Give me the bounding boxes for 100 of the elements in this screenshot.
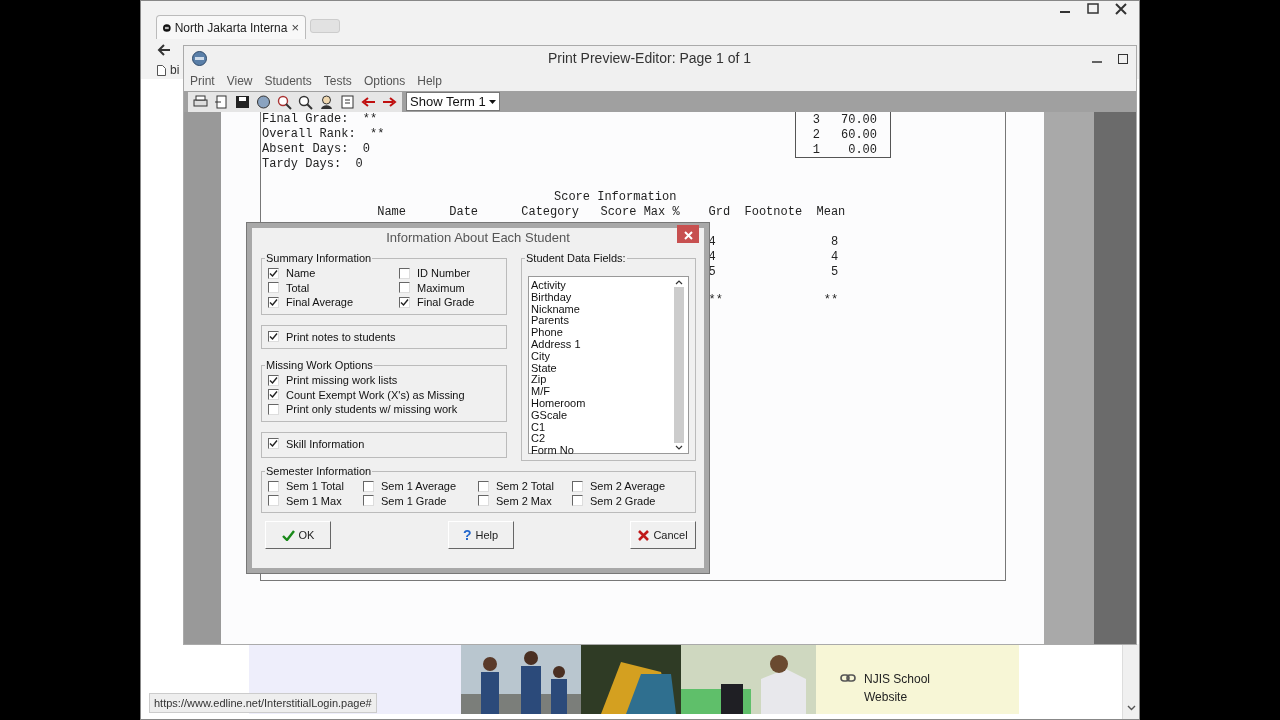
status-url: https://www.edline.net/InterstitialLogin.page# <box>149 692 377 713</box>
menu-item[interactable]: View <box>226 72 253 90</box>
checkbox[interactable]: Sem 1 Total <box>268 479 363 494</box>
caret-icon <box>489 99 496 104</box>
checkbox[interactable]: Total <box>268 280 399 295</box>
cancel-button[interactable]: Cancel <box>630 521 696 549</box>
checkbox[interactable]: Sem 1 Max <box>268 493 363 508</box>
check-icon <box>269 439 278 449</box>
window-title: Print Preview-Editor: Page 1 of 1 <box>547 49 752 68</box>
summary-line: Overall Rank: ** <box>262 127 386 142</box>
checkbox[interactable]: Sem 2 Total <box>478 479 572 494</box>
list-item[interactable]: Zip <box>531 374 672 387</box>
maximize-icon[interactable] <box>1087 3 1099 15</box>
table-cell-text: 5 <box>829 265 839 280</box>
group-label: Student Data Fields: <box>525 252 627 265</box>
zoom-in-icon[interactable] <box>276 93 293 110</box>
checkbox[interactable]: Final Average <box>268 295 399 310</box>
table-cell-text: ** <box>708 293 724 308</box>
section-title: Score Information <box>553 190 678 205</box>
checkbox[interactable]: Final Grade <box>399 295 500 310</box>
checkbox[interactable]: ID Number <box>399 266 500 281</box>
person-icon[interactable] <box>318 93 335 110</box>
menu-item[interactable]: Options <box>363 72 406 90</box>
tab-title: North Jakarta Interna <box>174 19 288 37</box>
checkbox[interactable]: Name <box>268 266 399 281</box>
fields-listbox[interactable]: Activity Birthday Nickname Parents Phone Address 1 City State Zip M/F Homeroom GScale C1 C2 Form No <box>528 276 689 454</box>
close-icon <box>683 231 693 241</box>
table-cell-text: 70.00 <box>840 113 877 128</box>
x-icon <box>638 529 650 541</box>
list-item[interactable]: M/F <box>531 386 672 398</box>
maximize-icon[interactable] <box>1118 53 1128 64</box>
chevron-down-icon[interactable] <box>1126 705 1136 711</box>
list-item[interactable]: Address 1 <box>531 339 672 351</box>
help-button[interactable]: ? Help <box>447 521 514 549</box>
ok-button[interactable]: OK <box>265 521 331 549</box>
table-cell-text: 3 <box>811 113 820 128</box>
checkbox[interactable]: Print only students w/ missing work <box>268 402 500 417</box>
checkbox[interactable]: Sem 2 Average <box>572 479 689 494</box>
menu-item[interactable]: Print <box>190 72 215 90</box>
list-item[interactable]: Homeroom <box>531 397 672 410</box>
checkbox[interactable]: Maximum <box>399 280 500 295</box>
list-item[interactable]: City <box>531 350 672 363</box>
checkbox[interactable]: Sem 2 Max <box>478 493 572 508</box>
save-icon[interactable] <box>234 93 251 110</box>
list-item[interactable]: Form No <box>531 445 672 457</box>
table-cell-text: 8 <box>829 235 839 250</box>
list-item[interactable]: C2 <box>531 433 672 446</box>
table-cell-text: 60.00 <box>840 128 877 143</box>
chevron-down-icon[interactable] <box>675 445 683 450</box>
summary-line: Absent Days: 0 <box>262 142 372 157</box>
menu-item[interactable]: Students <box>264 72 312 90</box>
page-icon <box>157 64 166 76</box>
check-icon <box>400 297 409 307</box>
bookmark-link[interactable]: bi <box>170 61 180 79</box>
site-icon <box>163 21 171 34</box>
list-item[interactable]: Parents <box>531 315 672 328</box>
checkbox[interactable]: Sem 1 Grade <box>363 493 478 508</box>
app-logo-icon <box>192 51 207 66</box>
list-item[interactable]: Activity <box>531 280 672 292</box>
menu-item[interactable]: Help <box>417 72 442 90</box>
chevron-up-icon[interactable] <box>675 280 683 285</box>
tab-close-button[interactable]: × <box>291 17 299 38</box>
check-icon <box>269 268 278 278</box>
checkbox[interactable]: Print missing work lists <box>268 373 500 388</box>
checkbox[interactable]: Count Exempt Work (X's) as Missing <box>268 387 500 402</box>
group-label: Semester Information <box>265 465 373 478</box>
link-icon <box>840 674 856 682</box>
list-item[interactable]: State <box>531 362 672 375</box>
back-arrow-icon[interactable] <box>157 44 171 56</box>
checkbox[interactable]: Sem 2 Grade <box>572 493 689 508</box>
browser-tab[interactable]: North Jakarta Interna × <box>156 15 306 39</box>
table-cell: ** <box>823 293 839 308</box>
column-headers: Name Date Category Score Max % Grd Footnote Mean <box>376 205 847 220</box>
list-item[interactable]: Birthday <box>531 291 672 304</box>
table-cell-text: 5 <box>708 265 717 280</box>
scrollbar[interactable] <box>1122 644 1139 719</box>
summary-line: Final Grade: ** <box>262 112 379 127</box>
zoom-out-icon[interactable] <box>297 93 314 110</box>
summary-line: Tardy Days: 0 <box>262 157 364 172</box>
table-cell-text: 1 <box>811 143 820 158</box>
list-item[interactable]: GScale <box>531 409 672 422</box>
check-icon <box>269 332 278 342</box>
help-icon: ? <box>462 524 472 546</box>
table-cell-text: 4 <box>829 250 839 265</box>
list-item[interactable]: Nickname <box>531 303 672 316</box>
scrollbar[interactable] <box>672 280 686 450</box>
menu-item[interactable]: Tests <box>323 72 352 90</box>
close-button[interactable] <box>677 225 699 243</box>
table-cell-text: 0.00 <box>847 143 877 158</box>
check-icon <box>269 297 278 307</box>
close-icon[interactable] <box>1115 3 1127 15</box>
printer-icon[interactable] <box>192 93 209 110</box>
term-select[interactable]: Show Term 1 <box>406 92 500 111</box>
table-cell-text: 2 <box>811 128 820 143</box>
list-item[interactable]: C1 <box>531 421 672 434</box>
dialog-title: Information About Each Student <box>386 230 570 245</box>
list-item[interactable]: Phone <box>531 327 672 339</box>
check-icon <box>281 529 295 541</box>
group-label: Missing Work Options <box>265 359 374 372</box>
checkbox[interactable]: Sem 1 Average <box>363 479 478 494</box>
